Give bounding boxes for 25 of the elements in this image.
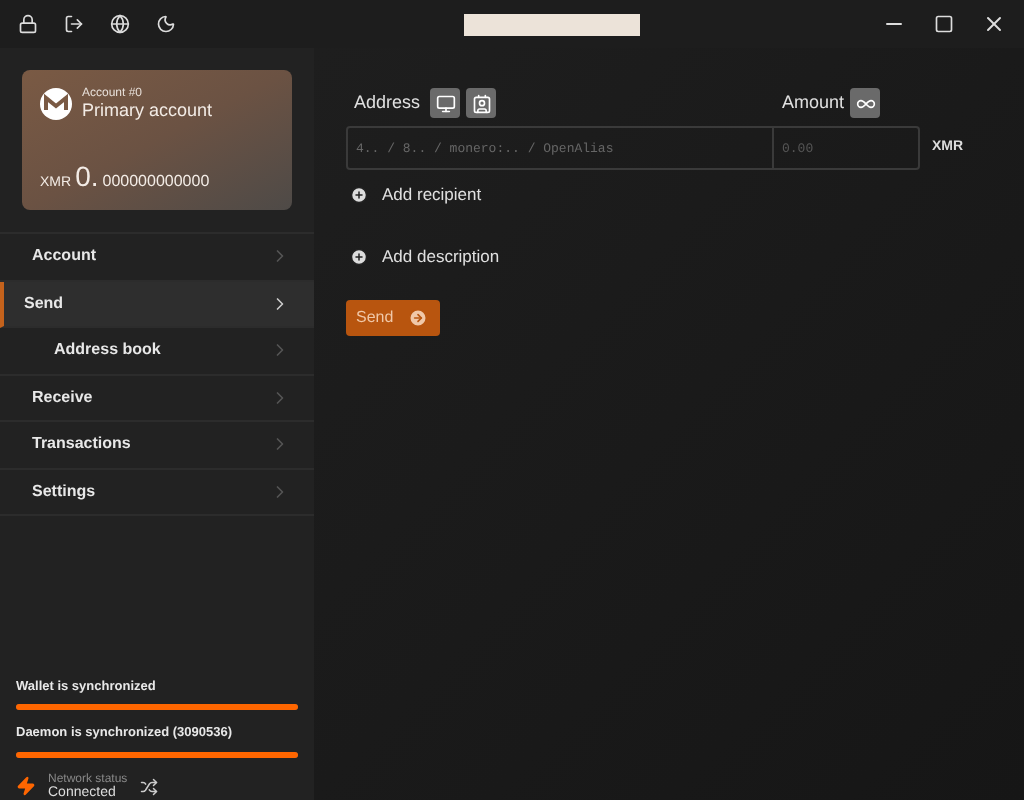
shuffle-icon[interactable]	[139, 777, 158, 795]
monero-logo-icon	[40, 88, 72, 120]
lightning-icon	[16, 776, 36, 796]
contact-icon	[471, 93, 492, 113]
balance-fraction: 000000000000	[102, 169, 210, 193]
logout-icon[interactable]	[64, 14, 84, 34]
add-description-button[interactable]: Add description	[350, 243, 500, 269]
monitor-icon	[435, 93, 456, 113]
plus-icon	[350, 247, 368, 266]
lock-icon[interactable]	[18, 14, 38, 34]
add-recipient-button[interactable]: Add recipient	[350, 182, 482, 208]
amount-label: Amount	[782, 89, 845, 116]
arrow-right-icon	[407, 307, 428, 327]
infinity-button[interactable]	[850, 88, 881, 118]
contacts-button[interactable]	[466, 88, 497, 118]
account-name: Primary account	[82, 102, 213, 120]
close-icon[interactable]	[982, 12, 1006, 36]
plus-icon	[350, 185, 368, 204]
maximize-icon[interactable]	[934, 14, 954, 34]
balance-integer: 0.	[75, 161, 99, 189]
moon-icon[interactable]	[156, 14, 176, 34]
nav-item[interactable]: Send	[0, 281, 314, 328]
address-label: Address	[354, 89, 421, 116]
monitor-button[interactable]	[430, 88, 461, 118]
globe-icon[interactable]	[110, 14, 130, 34]
